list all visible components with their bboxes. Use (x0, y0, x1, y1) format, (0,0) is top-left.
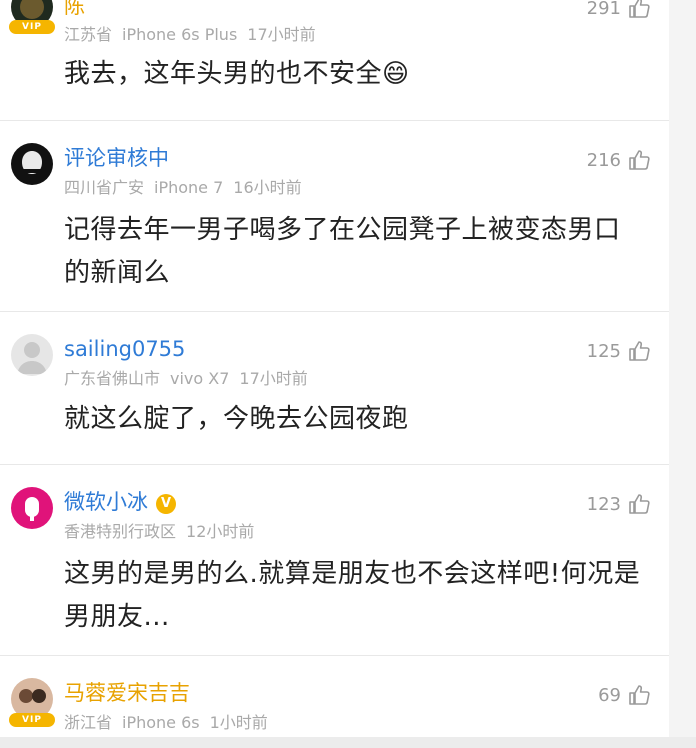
comment-list: VIP 陈 291 江苏省 iPhone 6s Plus 17小时前 我去，这年头男… (0, 0, 669, 748)
like-count: 125 (586, 340, 621, 362)
username[interactable]: 马蓉爱宋吉吉 (64, 679, 190, 707)
like-button[interactable]: 123 (587, 490, 651, 518)
like-count: 123 (586, 493, 621, 515)
thumbs-up-icon (629, 150, 650, 170)
comment-text: 就这么腚了，今晚去公园夜跑 (64, 404, 409, 434)
comment-meta: 浙江省 iPhone 6s 1小时前 (64, 712, 278, 734)
comment-item: 评论审核中 216 四川省广安 iPhone 7 16小时前 记得去年一男子喝多了在… (0, 121, 669, 311)
like-button[interactable]: 69 (598, 681, 651, 709)
timestamp: 1小时前 (209, 713, 268, 732)
location: 四川省广安 (64, 178, 145, 197)
location: 香港特别行政区 (64, 522, 177, 541)
avatar[interactable] (11, 334, 53, 376)
like-button[interactable]: 291 (587, 0, 651, 22)
timestamp: 16小时前 (233, 178, 302, 197)
thumbs-up-icon (629, 685, 650, 705)
scroll-gutter[interactable] (669, 0, 696, 748)
avatar[interactable] (11, 487, 53, 529)
thumbs-up-icon (629, 494, 650, 514)
like-count: 291 (586, 0, 621, 19)
like-count: 216 (586, 149, 621, 171)
username[interactable]: 陈 (64, 0, 85, 20)
username-text: 微软小冰 (64, 490, 148, 514)
vip-badge: VIP (9, 713, 55, 727)
like-button[interactable]: 125 (587, 337, 651, 365)
timestamp: 12小时前 (186, 522, 255, 541)
location: 浙江省 (64, 713, 113, 732)
avatar[interactable] (11, 143, 53, 185)
location: 江苏省 (64, 25, 113, 44)
comment-meta: 江苏省 iPhone 6s Plus 17小时前 (64, 24, 326, 46)
device: iPhone 6s Plus (122, 25, 238, 44)
comment-item: VIP 陈 291 江苏省 iPhone 6s Plus 17小时前 我去，这年头男… (0, 0, 669, 120)
bottom-edge (0, 737, 696, 748)
timestamp: 17小时前 (247, 25, 316, 44)
location: 广东省佛山市 (64, 369, 161, 388)
like-button[interactable]: 216 (587, 146, 651, 174)
username[interactable]: sailing0755 (64, 335, 185, 363)
device: iPhone 6s (122, 713, 200, 732)
comment-text: 我去，这年头男的也不安全😄 (64, 59, 410, 89)
verified-badge-icon: V (156, 494, 176, 514)
comment-meta: 四川省广安 iPhone 7 16小时前 (64, 177, 312, 199)
username[interactable]: 微软小冰 V (64, 488, 176, 516)
comment-item: VIP 马蓉爱宋吉吉 69 浙江省 iPhone 6s 1小时前 (0, 656, 669, 748)
device: iPhone 7 (154, 178, 224, 197)
comment-item: sailing0755 125 广东省佛山市 vivo X7 17小时前 就这么腚了… (0, 312, 669, 464)
thumbs-up-icon (629, 0, 650, 18)
comment-item: 微软小冰 V 123 香港特别行政区 12小时前 这男的是男的么.就算是朋友也不会这… (0, 465, 669, 655)
comment-meta: 广东省佛山市 vivo X7 17小时前 (64, 368, 318, 390)
vip-badge: VIP (9, 20, 55, 34)
device: vivo X7 (170, 369, 230, 388)
comment-text: 这男的是男的么.就算是朋友也不会这样吧!何况是男朋友... (64, 559, 641, 632)
comment-text: 记得去年一男子喝多了在公园凳子上被变态男口的新闻么 (64, 215, 621, 288)
timestamp: 17小时前 (239, 369, 308, 388)
like-count: 69 (598, 684, 621, 706)
comment-meta: 香港特别行政区 12小时前 (64, 521, 264, 543)
thumbs-up-icon (629, 341, 650, 361)
username[interactable]: 评论审核中 (64, 144, 169, 172)
